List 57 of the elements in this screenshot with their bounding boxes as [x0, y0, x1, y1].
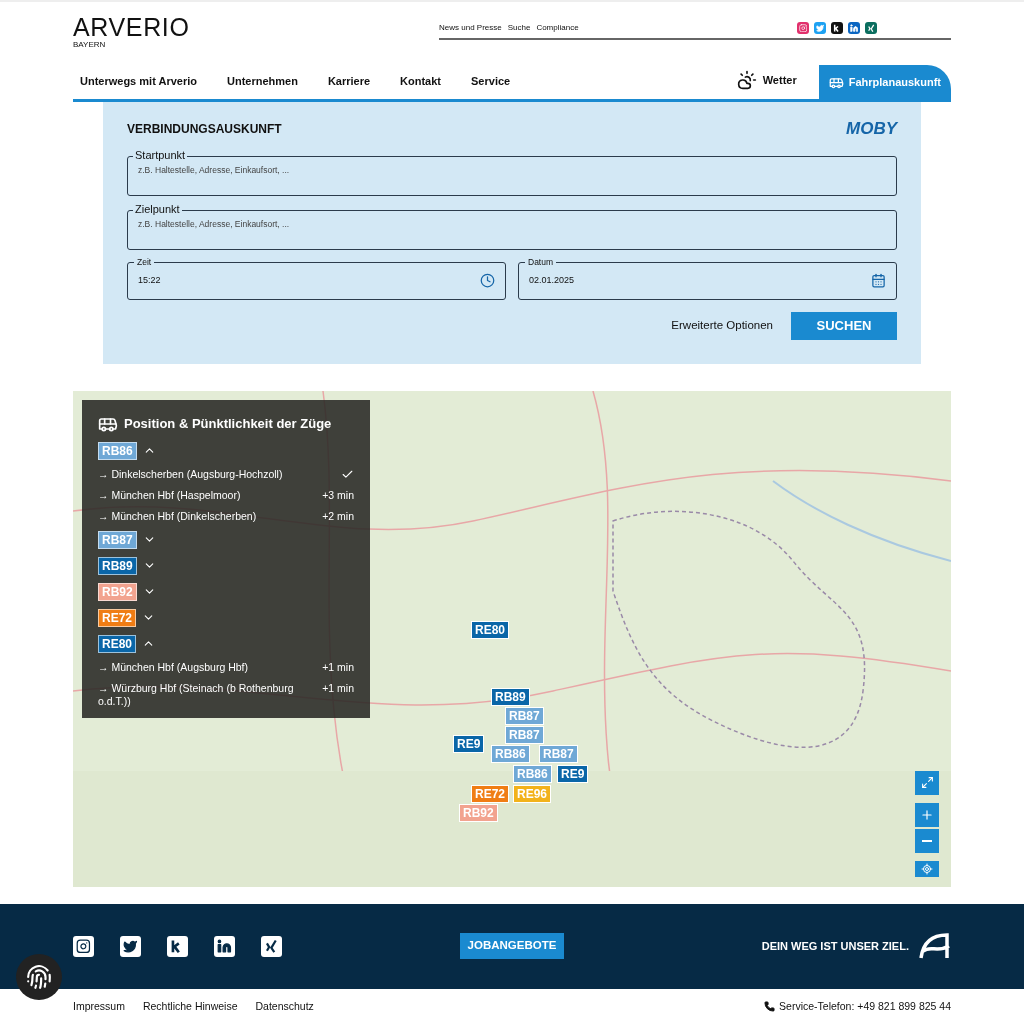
fingerprint-icon — [26, 964, 52, 990]
field-label: Zeit — [134, 255, 155, 268]
line-badge[interactable]: RB89 — [98, 556, 137, 575]
delay-text: +2 min — [322, 509, 354, 523]
trip-destination: → München Hbf (Dinkelscherben) — [98, 509, 257, 523]
k-letter-icon[interactable] — [167, 935, 188, 957]
fullscreen-button[interactable] — [915, 770, 939, 795]
weather-link[interactable]: Wetter — [762, 71, 797, 89]
trip-destination: → München Hbf (Haspelmoor) — [98, 488, 241, 502]
panel-title: VERBINDUNGSAUSKUNFT — [127, 120, 282, 138]
nav-link[interactable]: Unterwegs mit Arverio — [80, 72, 197, 89]
delay-text: +3 min — [322, 488, 354, 502]
nav-link[interactable]: Unternehmen — [226, 72, 298, 89]
zoom-out-button[interactable] — [915, 828, 939, 853]
jobs-button[interactable]: JOBANGEBOTE — [459, 933, 565, 959]
weather-icon — [736, 70, 757, 90]
twitter-icon[interactable] — [120, 935, 141, 957]
delay-text: +1 min — [322, 681, 354, 695]
zoom-in-button[interactable] — [915, 802, 939, 827]
search-button[interactable]: SUCHEN — [791, 311, 897, 340]
clock-icon — [480, 273, 495, 288]
field-value: 15:22 — [138, 273, 161, 287]
top-link[interactable]: Suche — [507, 22, 531, 34]
panel-title: Position & Pünktlichkeit der Züge — [124, 414, 332, 433]
field-value: 02.01.2025 — [529, 273, 575, 287]
line-badge[interactable]: RE80 — [98, 634, 137, 653]
footer-link[interactable]: Impressum — [73, 998, 125, 1015]
delay-text: +1 min — [322, 660, 354, 674]
nav-link[interactable]: Kontakt — [400, 72, 442, 89]
logo-wordmark: ARVERIO — [73, 14, 190, 40]
phone-icon — [764, 1001, 776, 1012]
trip-destination: → München Hbf (Augsburg Hbf) — [98, 660, 248, 674]
expand-arrows-icon — [920, 776, 934, 789]
minus-icon — [922, 839, 932, 842]
footer-link[interactable]: Datenschutz — [255, 998, 314, 1015]
trip-destination: → Würzburg Hbf (Steinach (b Rothenburg o.d.T.)) — [98, 681, 295, 708]
top-link[interactable]: Compliance — [536, 22, 579, 34]
calendar-icon — [871, 273, 886, 288]
top-link[interactable]: News und Presse — [439, 22, 502, 34]
nav-link[interactable]: Karriere — [327, 72, 371, 89]
footer-link[interactable]: Rechtliche Hinweise — [142, 998, 238, 1015]
logo-subtitle: BAYERN — [73, 40, 107, 50]
x-mark-icon[interactable] — [261, 935, 282, 957]
nav-link[interactable]: Service — [471, 72, 511, 89]
trip-destination: → Dinkelscherben (Augsburg-Hochzoll) — [98, 467, 283, 481]
brand-logo[interactable]: ARVERIO BAYERN — [73, 14, 190, 50]
timetable-tab[interactable]: Fahrplanauskunft — [818, 65, 951, 99]
linkedin-icon[interactable] — [214, 935, 235, 957]
plus-icon — [920, 807, 934, 822]
a-logo-icon — [919, 933, 951, 959]
locate-icon — [921, 862, 933, 875]
advanced-options-link[interactable]: Erweiterte Optionen — [671, 316, 773, 335]
moby-logo: MOBY — [846, 118, 897, 140]
slogan: DEIN WEG IST UNSER ZIEL. — [761, 938, 909, 954]
instagram-icon[interactable] — [73, 935, 94, 957]
service-phone: Service-Telefon: +49 821 899 825 44 — [779, 998, 951, 1014]
k-letter-icon[interactable] — [831, 22, 843, 34]
